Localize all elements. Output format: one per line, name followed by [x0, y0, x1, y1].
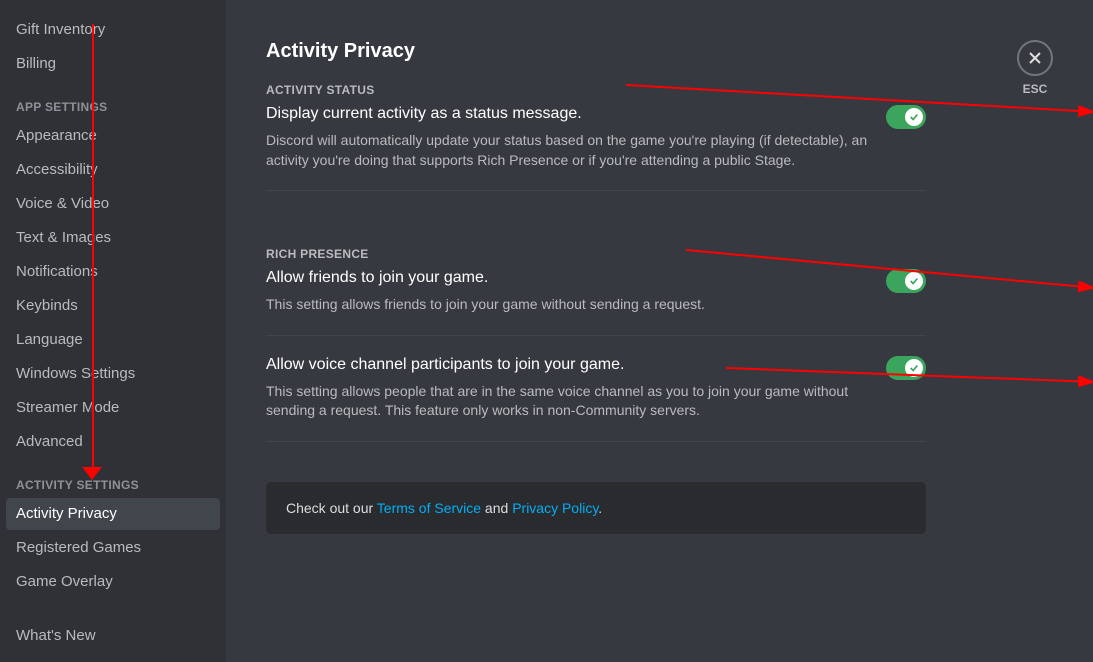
toggle-allow-voice-join[interactable] [886, 356, 926, 380]
notice-suffix: . [598, 500, 602, 516]
toggle-handle [905, 108, 923, 126]
sidebar-item-appearance[interactable]: Appearance [6, 120, 220, 152]
sidebar-item-gift-inventory[interactable]: Gift Inventory [6, 14, 220, 46]
sidebar-item-streamer-mode[interactable]: Streamer Mode [6, 392, 220, 424]
sidebar-item-activity-privacy[interactable]: Activity Privacy [6, 498, 220, 530]
setting-allow-voice-join: Allow voice channel participants to join… [266, 356, 926, 421]
main-content: ESC Activity Privacy ACTIVITY STATUS Dis… [226, 0, 1093, 662]
sidebar-item-advanced[interactable]: Advanced [6, 426, 220, 458]
settings-sidebar: Gift Inventory Billing APP SETTINGS Appe… [0, 0, 226, 662]
sidebar-item-voice-video[interactable]: Voice & Video [6, 188, 220, 220]
notice-box: Check out our Terms of Service and Priva… [266, 482, 926, 534]
close-icon [1027, 50, 1043, 66]
notice-and: and [481, 500, 512, 516]
privacy-policy-link[interactable]: Privacy Policy [512, 500, 598, 516]
close-circle [1017, 40, 1053, 76]
setting-description: Discord will automatically update your s… [266, 131, 886, 170]
sidebar-item-text-images[interactable]: Text & Images [6, 222, 220, 254]
toggle-handle [905, 359, 923, 377]
notice-prefix: Check out our [286, 500, 377, 516]
page-title: Activity Privacy [266, 40, 926, 63]
toggle-allow-friends-join[interactable] [886, 269, 926, 293]
sidebar-item-game-overlay[interactable]: Game Overlay [6, 566, 220, 598]
section-label-activity-status: ACTIVITY STATUS [266, 83, 926, 97]
check-icon [909, 112, 919, 122]
setting-allow-friends-join: Allow friends to join your game. This se… [266, 269, 926, 315]
close-label: ESC [1023, 82, 1048, 96]
setting-title: Display current activity as a status mes… [266, 105, 582, 123]
sidebar-section-activity-settings: ACTIVITY SETTINGS [6, 460, 220, 496]
setting-description: This setting allows people that are in t… [266, 382, 886, 421]
sidebar-item-registered-games[interactable]: Registered Games [6, 532, 220, 564]
sidebar-section-app-settings: APP SETTINGS [6, 82, 220, 118]
sidebar-item-accessibility[interactable]: Accessibility [6, 154, 220, 186]
check-icon [909, 276, 919, 286]
terms-of-service-link[interactable]: Terms of Service [377, 500, 481, 516]
toggle-handle [905, 272, 923, 290]
check-icon [909, 363, 919, 373]
sidebar-item-windows-settings[interactable]: Windows Settings [6, 358, 220, 390]
divider [266, 441, 926, 442]
setting-display-activity: Display current activity as a status mes… [266, 105, 926, 170]
sidebar-item-whats-new[interactable]: What's New [6, 620, 220, 652]
toggle-display-activity[interactable] [886, 105, 926, 129]
setting-title: Allow voice channel participants to join… [266, 356, 624, 374]
setting-title: Allow friends to join your game. [266, 269, 488, 287]
divider [266, 335, 926, 336]
setting-description: This setting allows friends to join your… [266, 295, 886, 315]
sidebar-item-billing[interactable]: Billing [6, 48, 220, 80]
sidebar-item-keybinds[interactable]: Keybinds [6, 290, 220, 322]
sidebar-item-notifications[interactable]: Notifications [6, 256, 220, 288]
section-label-rich-presence: RICH PRESENCE [266, 247, 926, 261]
close-button[interactable]: ESC [1017, 40, 1053, 96]
divider [266, 190, 926, 191]
sidebar-item-language[interactable]: Language [6, 324, 220, 356]
